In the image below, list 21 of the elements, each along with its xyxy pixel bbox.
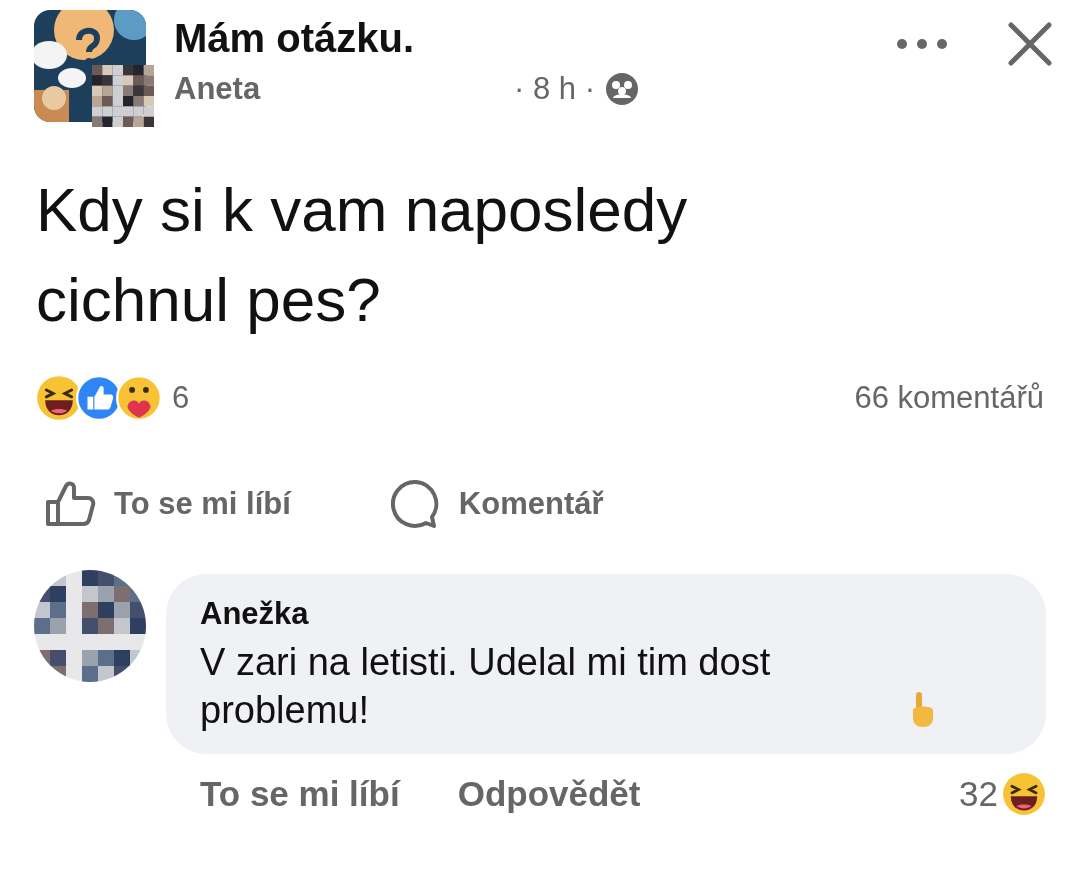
- comment-count[interactable]: 66 komentářů: [854, 380, 1044, 416]
- more-options-icon[interactable]: [896, 38, 948, 50]
- members-icon: [604, 72, 639, 106]
- care-reaction-icon: [116, 375, 162, 421]
- post-text: Kdy si k vam naposledy cichnul pes?: [35, 174, 689, 336]
- post-time: · 8 h ·: [514, 71, 595, 107]
- laughing-emoji-icon: [1002, 772, 1046, 816]
- comment-author[interactable]: Anežka: [200, 596, 1012, 632]
- close-icon[interactable]: [1008, 22, 1052, 66]
- pointing-finger-icon: [910, 690, 936, 728]
- speech-bubble-icon: [390, 479, 441, 529]
- reaction-count[interactable]: 6: [172, 380, 190, 416]
- like-link[interactable]: To se mi líbí: [200, 774, 400, 814]
- thumbs-up-icon: [44, 480, 96, 528]
- comment-reaction-count[interactable]: 32: [959, 774, 998, 814]
- comment-button[interactable]: Komentář: [390, 479, 604, 529]
- group-name[interactable]: Mám otázku.: [174, 16, 876, 61]
- reply-link[interactable]: Odpovědět: [457, 774, 641, 814]
- like-button[interactable]: To se mi líbí: [44, 479, 291, 529]
- author-name[interactable]: Aneta: [174, 71, 504, 107]
- comment-text: V zari na letisti. Udelal mi tim dost problemu!: [200, 640, 772, 733]
